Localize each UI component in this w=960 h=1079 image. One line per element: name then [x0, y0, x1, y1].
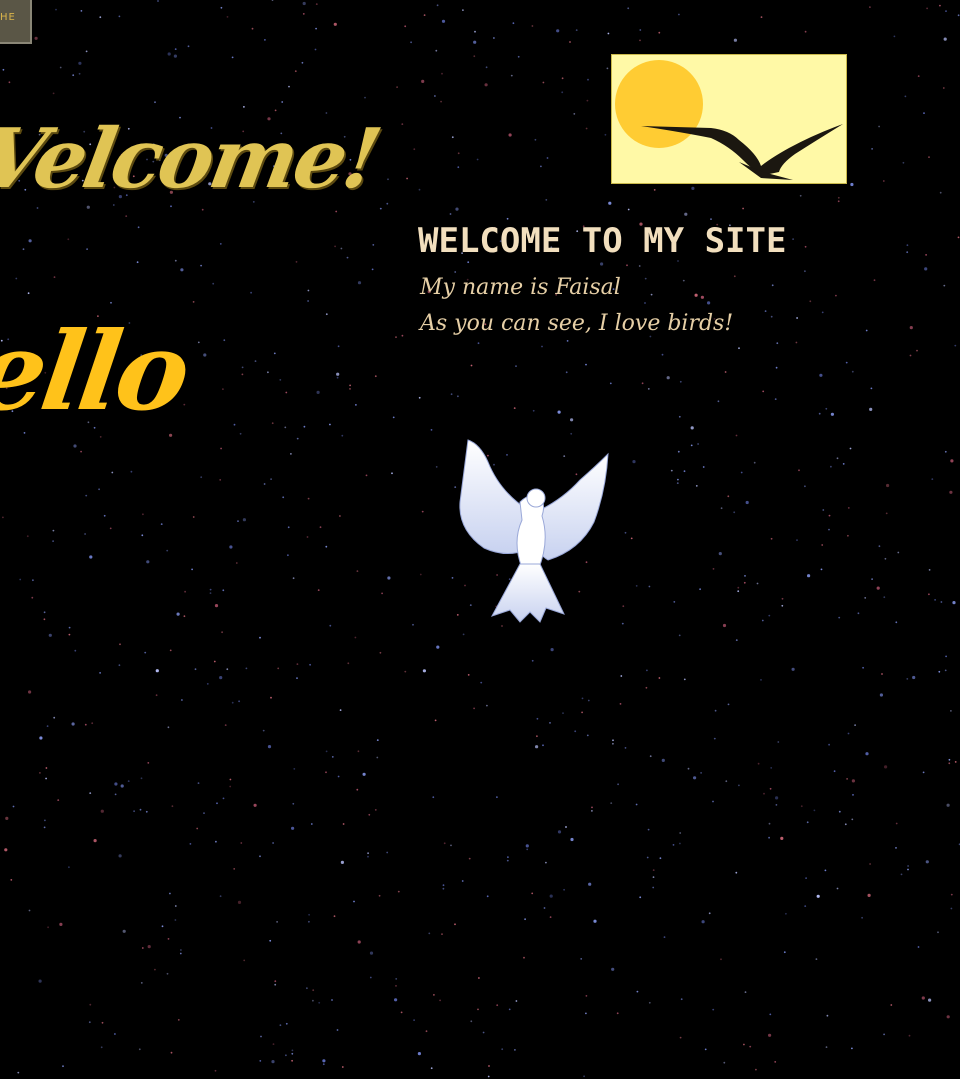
site-title: WELCOME TO MY SITE [418, 221, 787, 261]
hello-banner: ello [0, 309, 194, 435]
corner-tab[interactable]: HE [0, 0, 32, 44]
welcome-banner: Velcome! [0, 111, 386, 207]
intro-name-line: My name is Faisal [420, 275, 621, 300]
sunset-bird-icon [611, 54, 847, 184]
intro-birds-line: As you can see, I love birds! [420, 311, 734, 336]
white-dove-icon [459, 439, 609, 623]
corner-tab-label: HE [0, 12, 16, 23]
